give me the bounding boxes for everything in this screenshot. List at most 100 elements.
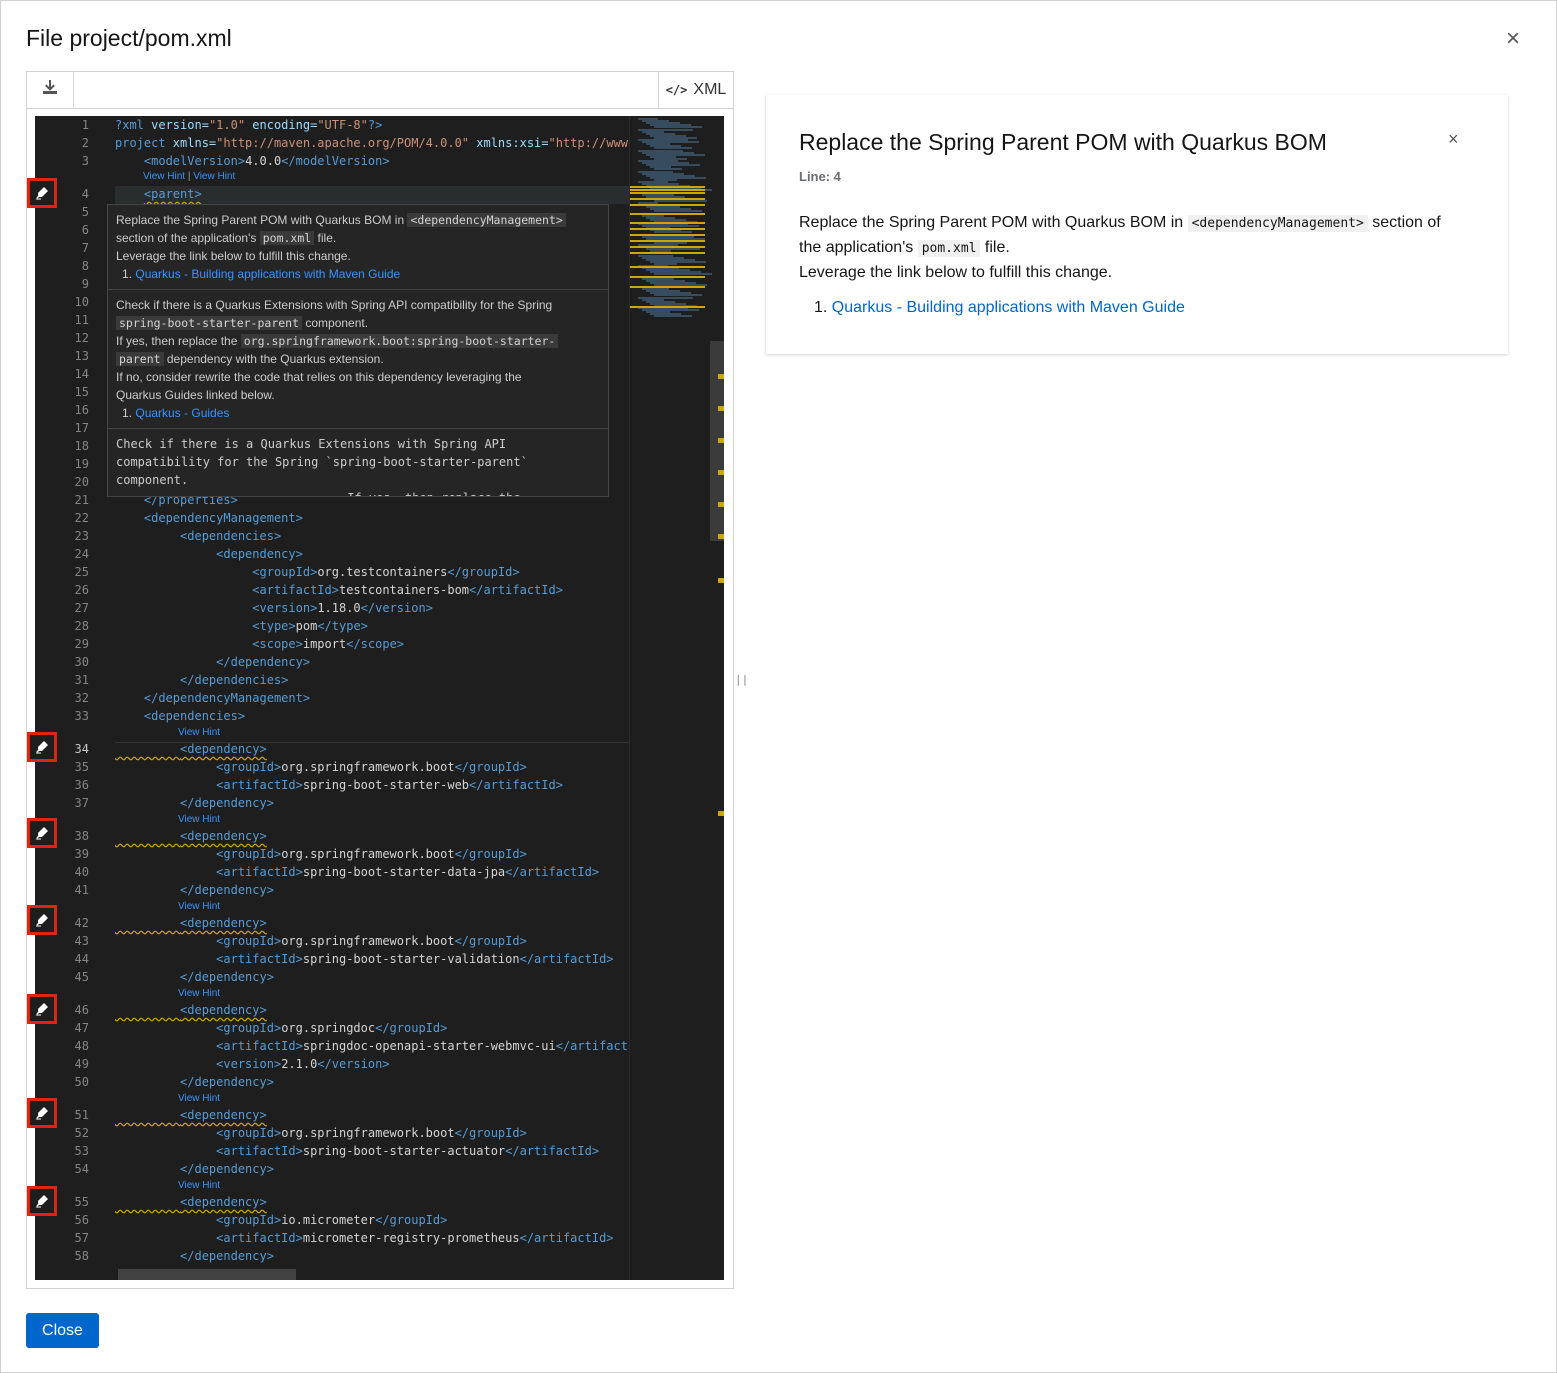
- code-line-29: <scope>import</scope>: [252, 637, 405, 651]
- download-button[interactable]: [27, 72, 74, 107]
- line-number: 57: [74, 1231, 89, 1245]
- hover-link-quarkus-guides[interactable]: Quarkus - Guides: [135, 406, 229, 420]
- code-lens-line-55[interactable]: View Hint: [178, 1180, 220, 1191]
- language-tab-xml[interactable]: </> XML: [658, 72, 733, 108]
- lightbulb-icon: [35, 826, 49, 840]
- line-number: 15: [74, 385, 89, 399]
- minimap-warning: [630, 276, 705, 278]
- code-line-50: </dependency>: [180, 1075, 274, 1089]
- lightbulb-icon: [35, 913, 49, 927]
- hint-detail-card: Replace the Spring Parent POM with Quark…: [766, 95, 1508, 354]
- line-number: 21: [74, 493, 89, 507]
- line-number: 26: [74, 583, 89, 597]
- hint-glyph-button[interactable]: [27, 994, 57, 1024]
- line-number: 42: [74, 916, 89, 930]
- code-line-53: <artifactId>spring-boot-starter-actuator…: [216, 1144, 600, 1158]
- hover-link-maven-guide[interactable]: Quarkus - Building applications with Mav…: [135, 267, 400, 281]
- code-lens-line-34[interactable]: View Hint: [178, 727, 220, 738]
- line-number: 49: [74, 1057, 89, 1071]
- code-line-28: <type>pom</type>: [252, 619, 368, 633]
- line-number: 39: [74, 847, 89, 861]
- hint-glyph-button[interactable]: [27, 1098, 57, 1128]
- code-line-36: <artifactId>spring-boot-starter-web</art…: [216, 778, 563, 792]
- line-number: 54: [74, 1162, 89, 1176]
- minimap-warning: [630, 286, 705, 288]
- code-line-49: <version>2.1.0</version>: [216, 1057, 390, 1071]
- hint-link-maven-guide[interactable]: Quarkus - Building applications with Mav…: [832, 299, 1185, 316]
- overview-ruler-warning: [718, 470, 724, 475]
- code-editor-panel: </> XML 1 2 3 4 5 6 7 8 9 10 11 12 13 14 15 16 17 18 19 20 2…: [26, 71, 734, 1289]
- code-line-57: <artifactId>micrometer-registry-promethe…: [216, 1231, 614, 1245]
- hint-glyph-button[interactable]: [27, 818, 57, 848]
- line-number: 25: [74, 565, 89, 579]
- minimap-warning: [630, 252, 705, 254]
- code-lens-line-46[interactable]: View Hint: [178, 988, 220, 999]
- line-number: 5: [81, 205, 89, 219]
- code-line-45: </dependency>: [180, 970, 274, 984]
- line-number: 36: [74, 778, 89, 792]
- code-line-26: <artifactId>testcontainers-bom</artifact…: [252, 583, 563, 597]
- line-number: 37: [74, 796, 89, 810]
- line-number: 58: [74, 1249, 89, 1263]
- hint-description: Replace the Spring Parent POM with Quark…: [799, 214, 1441, 281]
- line-number: 10: [74, 295, 89, 309]
- line-number: 19: [74, 457, 89, 471]
- minimap-warning: [630, 213, 705, 215]
- code-line-38: <dependency>: [180, 829, 267, 843]
- view-hint-link[interactable]: View Hint: [193, 171, 235, 182]
- line-number: 3: [81, 154, 89, 168]
- code-lens-line-51[interactable]: View Hint: [178, 1093, 220, 1104]
- code-line-44: <artifactId>spring-boot-starter-validati…: [216, 952, 614, 966]
- line-number: 29: [74, 637, 89, 651]
- line-number: 43: [74, 934, 89, 948]
- line-number: 41: [74, 883, 89, 897]
- line-number: 17: [74, 421, 89, 435]
- overview-ruler-warning: [718, 502, 724, 507]
- code-lens-line-42[interactable]: View Hint: [178, 901, 220, 912]
- code-line-58: </dependency>: [180, 1249, 274, 1263]
- hint-glyph-button[interactable]: [27, 1186, 57, 1216]
- code-line-37: </dependency>: [180, 796, 274, 810]
- code-lens-line-38[interactable]: View Hint: [178, 814, 220, 825]
- horizontal-scrollbar[interactable]: [118, 1269, 296, 1280]
- line-number: 27: [74, 601, 89, 615]
- lightbulb-icon: [35, 186, 49, 200]
- code-line-33: <dependencies>: [143, 709, 246, 723]
- line-number: 11: [74, 313, 89, 327]
- hover-section-1: Replace the Spring Parent POM with Quark…: [108, 205, 608, 290]
- code-line-22: <dependencyManagement>: [143, 511, 303, 525]
- line-number: 35: [74, 760, 89, 774]
- line-number: 8: [81, 259, 89, 273]
- code-line-48: <artifactId>springdoc-openapi-starter-we…: [216, 1039, 636, 1053]
- panel-splitter-handle[interactable]: ||: [735, 673, 748, 686]
- view-hint-link[interactable]: View Hint: [143, 171, 185, 182]
- hint-glyph-button[interactable]: [27, 732, 57, 762]
- download-icon: [42, 79, 58, 100]
- code-editor[interactable]: 1 2 3 4 5 6 7 8 9 10 11 12 13 14 15 16 17 18 19 20 21 22 23 24 2…: [35, 116, 724, 1280]
- close-button[interactable]: Close: [26, 1313, 99, 1348]
- hint-hover-tooltip: Replace the Spring Parent POM with Quark…: [107, 204, 609, 497]
- overview-ruler-warning: [718, 374, 724, 379]
- hint-close-button[interactable]: ×: [1448, 129, 1459, 150]
- modal-close-button[interactable]: ×: [1506, 27, 1520, 51]
- code-line-27: <version>1.18.0</version>: [252, 601, 433, 615]
- line-number: 4: [81, 187, 89, 201]
- code-line-24: <dependency>: [216, 547, 303, 561]
- code-line-2: project xmlns="http://maven.apache.org/P…: [115, 136, 636, 150]
- code-line-41: </dependency>: [180, 883, 274, 897]
- line-number: 45: [74, 970, 89, 984]
- line-number: 12: [74, 331, 89, 345]
- hint-glyph-button[interactable]: [27, 178, 57, 208]
- code-lens-line-4: View Hint | View Hint: [143, 171, 236, 182]
- code-line-1: ?xml version="1.0" encoding="UTF-8"?>: [115, 118, 383, 132]
- overview-ruler-warning: [718, 406, 724, 411]
- line-number: 51: [74, 1108, 89, 1122]
- code-line-43: <groupId>org.springframework.boot</group…: [216, 934, 527, 948]
- code-line-51: <dependency>: [180, 1108, 267, 1122]
- minimap-warning: [630, 266, 705, 268]
- line-number: 20: [74, 475, 89, 489]
- editor-toolbar: </> XML: [27, 72, 733, 109]
- minimap[interactable]: [629, 116, 724, 1280]
- minimap-line: [654, 315, 692, 318]
- hint-glyph-button[interactable]: [27, 905, 57, 935]
